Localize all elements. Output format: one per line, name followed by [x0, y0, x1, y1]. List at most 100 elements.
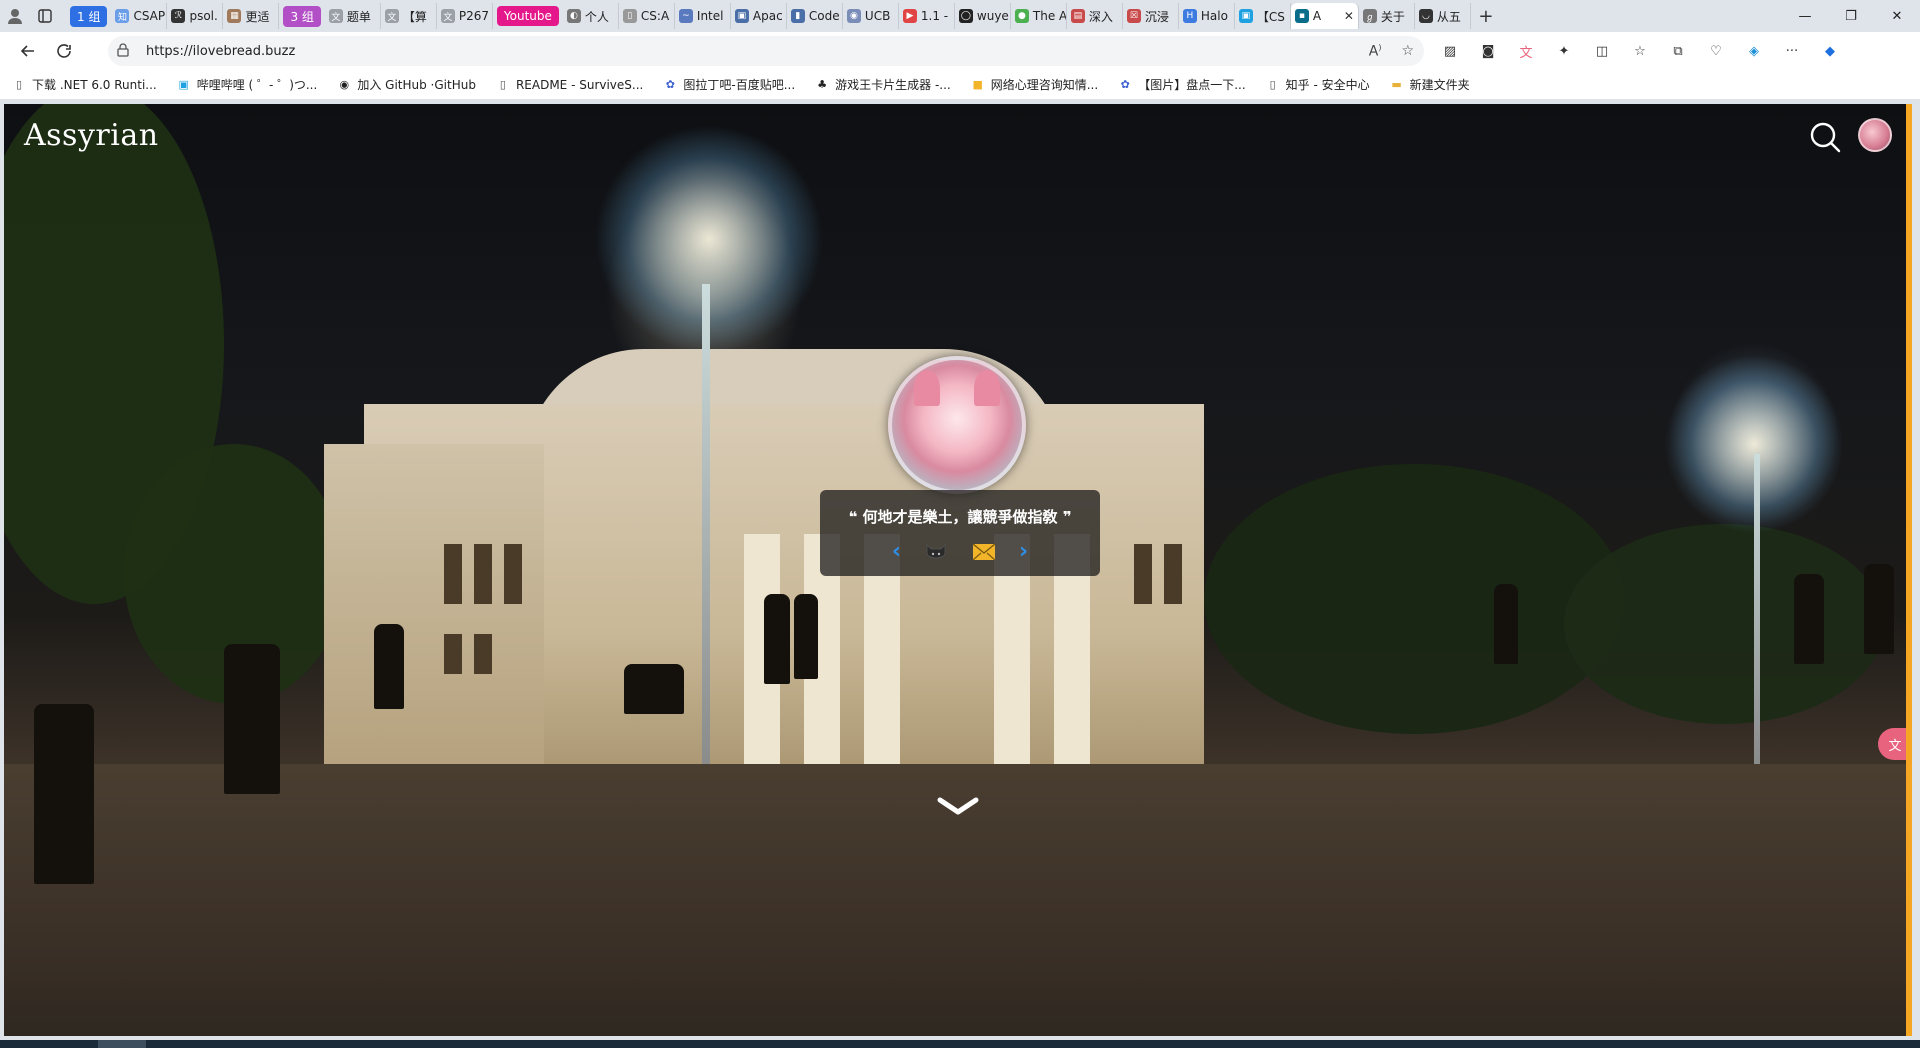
- quote-close-icon: ❞: [1062, 508, 1072, 526]
- tab-favicon-icon: ▯: [622, 9, 637, 23]
- tab-item[interactable]: H Halo: [1179, 3, 1235, 29]
- bookmark-label: 下载 .NET 6.0 Runti...: [32, 78, 157, 92]
- bookmark-item[interactable]: ▯ 知乎 - 安全中心: [1266, 76, 1370, 93]
- tab-item[interactable]: ▪ A ✕: [1290, 3, 1359, 29]
- address-bar[interactable]: https://ilovebread.buzz A) ☆: [108, 36, 1424, 66]
- more-menu-icon[interactable]: ···: [1782, 41, 1802, 61]
- tab-item[interactable]: ▣ Apac: [731, 3, 787, 29]
- tab-item[interactable]: 知 CSAP: [111, 3, 168, 29]
- tab-item[interactable]: ℛpsol.: [167, 3, 224, 29]
- performance-icon[interactable]: ♡: [1706, 41, 1726, 61]
- tab-item[interactable]: ◉ UCB: [843, 3, 899, 29]
- tab-item[interactable]: ▶ 1.1 -: [899, 3, 955, 29]
- image-extension-icon[interactable]: ▨: [1440, 41, 1460, 61]
- lock-icon[interactable]: [108, 42, 138, 60]
- tab-item[interactable]: 文题单: [325, 3, 381, 29]
- paw-icon: ♣: [817, 78, 828, 91]
- baidu-icon: ✿: [1120, 78, 1130, 91]
- tab-item[interactable]: ▯ CS:A: [619, 3, 675, 29]
- copilot-icon[interactable]: ◆: [1820, 41, 1840, 61]
- bookmark-label: 【图片】盘点一下...: [1138, 78, 1246, 92]
- tab-group-1[interactable]: 1 组: [70, 5, 108, 27]
- tab-item[interactable]: ▮ Code: [787, 3, 843, 29]
- tab-item[interactable]: ● The A: [1011, 3, 1067, 29]
- restore-button[interactable]: ❐: [1828, 0, 1874, 32]
- tab-item[interactable]: ℊ 关于: [1359, 3, 1415, 29]
- refresh-button[interactable]: [46, 35, 82, 67]
- bookmark-label: README - SurviveS...: [515, 77, 644, 92]
- bookmark-item[interactable]: ■ 网络心理咨询知情...: [971, 76, 1099, 93]
- tab-actions-icon[interactable]: [30, 3, 60, 29]
- collections-icon[interactable]: ⧉: [1668, 41, 1688, 61]
- tab-favicon-icon: ▤: [1070, 9, 1085, 23]
- page-icon: ▯: [1269, 78, 1276, 91]
- profile-icon[interactable]: [0, 3, 30, 29]
- folder-icon: ▬: [1391, 78, 1402, 91]
- back-button[interactable]: [10, 35, 46, 67]
- baidu-icon: ✿: [665, 78, 675, 91]
- url-text[interactable]: https://ilovebread.buzz: [146, 44, 295, 59]
- site-title[interactable]: Assyrian: [24, 118, 159, 153]
- bookmark-item[interactable]: ◉ 加入 GitHub ·GitHub: [337, 76, 476, 93]
- bookmark-item[interactable]: ▣ 哔哩哔哩 ( ゜- ゜)つ...: [177, 76, 318, 93]
- close-window-button[interactable]: ✕: [1874, 0, 1920, 32]
- bookmarks-bar: ▯ 下载 .NET 6.0 Runti... ▣ 哔哩哔哩 ( ゜- ゜)つ... ◉ 加…: [0, 70, 1920, 100]
- split-screen-icon[interactable]: ◫: [1592, 41, 1612, 61]
- tab-favicon-icon: ~: [678, 9, 693, 23]
- yellow-icon: ■: [972, 78, 983, 91]
- tab-title: CSAP: [133, 9, 166, 23]
- github-icon[interactable]: [923, 542, 949, 562]
- minimize-button[interactable]: —: [1782, 0, 1828, 32]
- taskbar-app[interactable]: [98, 1040, 146, 1048]
- chevron-left-icon[interactable]: ‹: [892, 541, 901, 563]
- close-tab-icon[interactable]: ✕: [1344, 9, 1354, 23]
- tab-item[interactable]: ◐ 个人: [563, 3, 619, 29]
- tab-favicon-icon: 知: [115, 9, 130, 23]
- read-aloud-icon[interactable]: A): [1369, 43, 1382, 60]
- user-avatar[interactable]: [1858, 118, 1892, 152]
- bookmark-item[interactable]: ▯ 下载 .NET 6.0 Runti...: [12, 76, 157, 93]
- tab-favicon-icon: ▣: [734, 9, 749, 23]
- browser-essentials-icon[interactable]: ◈: [1744, 41, 1764, 61]
- bookmark-item[interactable]: ♣ 游戏王卡片生成器 -...: [815, 76, 951, 93]
- tab-favicon-icon: ◉: [846, 9, 861, 23]
- tab-item[interactable]: ▤ 深入: [1067, 3, 1123, 29]
- tab-favicon-icon: ℛ: [171, 9, 186, 23]
- glasses-extension-icon[interactable]: ◙: [1478, 41, 1498, 61]
- page-icon: ▯: [15, 78, 23, 91]
- tab-strip: 1 组 知 CSAP ℛpsol. ▦ 更适 3 组 文题单文【算文 P267 Youtu…: [0, 0, 1920, 32]
- tab-item[interactable]: ◡ 从五: [1415, 3, 1471, 29]
- tab-favicon-icon: ◡: [1418, 9, 1433, 23]
- tab-youtube[interactable]: Youtube: [496, 6, 559, 26]
- scroll-down-icon[interactable]: [936, 794, 980, 818]
- search-icon[interactable]: [1808, 120, 1842, 154]
- bookmark-label: 哔哩哔哩 ( ゜- ゜)つ...: [196, 78, 318, 92]
- translate-extension-icon[interactable]: 文: [1516, 41, 1536, 61]
- extensions-puzzle-icon[interactable]: ✦: [1554, 41, 1574, 61]
- bookmark-item[interactable]: ✿ 图拉丁吧-百度贴吧...: [663, 76, 795, 93]
- tab-item[interactable]: ~ Intel: [675, 3, 731, 29]
- tab-item[interactable]: ▦ 更适: [223, 3, 280, 29]
- new-tab-button[interactable]: +: [1471, 3, 1501, 29]
- tab-item[interactable]: ☒ 沉浸: [1123, 3, 1179, 29]
- email-icon[interactable]: [971, 542, 997, 562]
- tab-item[interactable]: 文 P267: [437, 3, 493, 29]
- tab-favicon-icon: 文: [384, 9, 399, 23]
- chevron-right-icon[interactable]: ›: [1019, 541, 1028, 563]
- tab-favicon-icon: ▦: [227, 9, 242, 23]
- tab-title: wuye: [976, 9, 1009, 23]
- tab-title: 关于: [1380, 9, 1405, 24]
- bilibili-icon: ▣: [178, 78, 189, 91]
- bookmark-item[interactable]: ▯ README - SurviveS...: [496, 78, 643, 92]
- page-scrollbar[interactable]: [1906, 104, 1912, 1036]
- bookmark-item[interactable]: ✿ 【图片】盘点一下...: [1118, 76, 1246, 93]
- tab-title: CS:A: [640, 9, 670, 23]
- tab-title: 【算: [402, 9, 427, 24]
- tab-group-3[interactable]: 3 组: [283, 5, 321, 27]
- tab-item[interactable]: 文【算: [381, 3, 437, 29]
- tab-item[interactable]: ▣ 【CS: [1235, 3, 1291, 29]
- favorite-star-icon[interactable]: ☆: [1401, 43, 1414, 60]
- favorites-icon[interactable]: ☆: [1630, 41, 1650, 61]
- bookmark-item[interactable]: ▬ 新建文件夹: [1390, 76, 1469, 93]
- tab-item[interactable]: ◯ wuye: [955, 3, 1011, 29]
